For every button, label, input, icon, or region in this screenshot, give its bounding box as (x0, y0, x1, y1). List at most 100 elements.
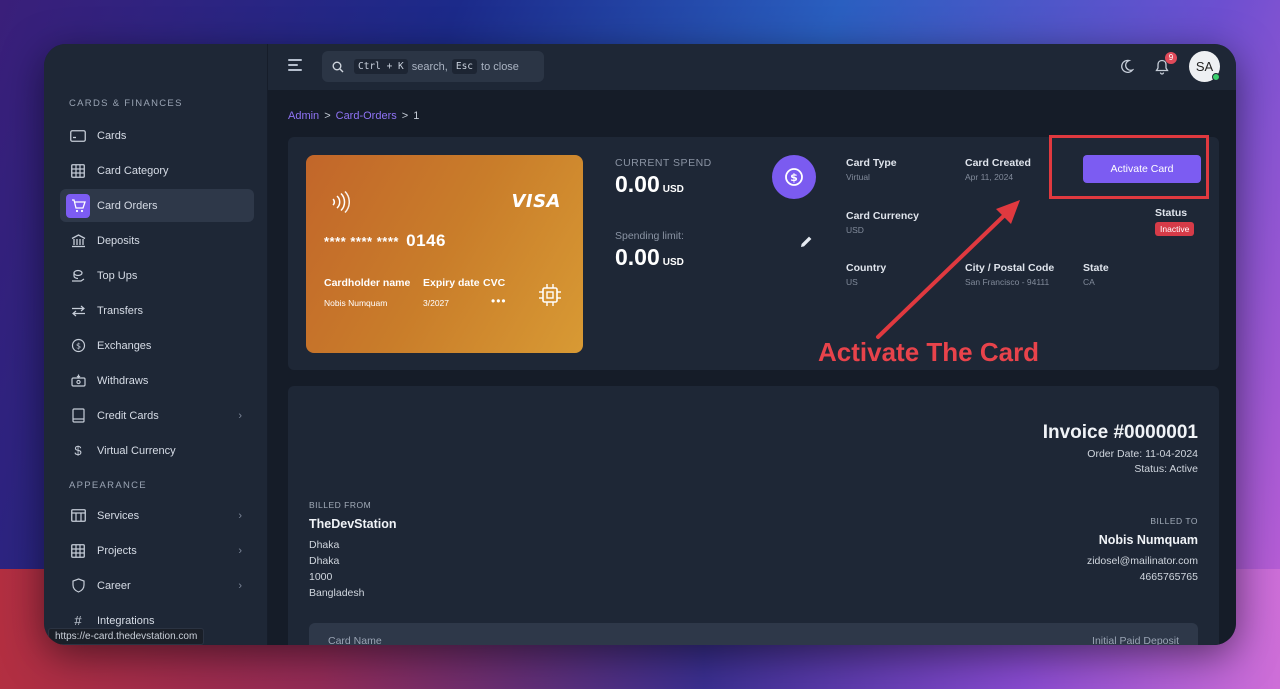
table-icon (69, 507, 87, 525)
sidebar-item-exchanges[interactable]: $ Exchanges (60, 329, 254, 362)
sidebar-item-card-orders[interactable]: Card Orders (60, 189, 254, 222)
notification-count-badge: 9 (1165, 51, 1177, 64)
avatar[interactable]: SA (1189, 51, 1220, 82)
card-number: **** **** **** 0146 (324, 231, 446, 251)
annotation-highlight-box (1049, 135, 1209, 199)
card-type-value: Virtual (846, 172, 870, 182)
shopping-cart-icon (66, 193, 90, 218)
breadcrumb-admin[interactable]: Admin (288, 110, 319, 122)
app-window: CARDS & FINANCES Cards Card Category Car… (44, 44, 1236, 645)
card-created-label: Card Created (965, 157, 1031, 169)
card-details-panel: VISA **** **** **** 0146 Cardholder name… (288, 135, 1219, 370)
search-input[interactable]: Ctrl + K search, Esc to close (322, 51, 544, 82)
notification-button[interactable]: 9 (1153, 51, 1177, 76)
current-spend-value: 0.00 (615, 171, 660, 197)
sidebar-list-cards: Cards Card Category Card Orders Deposits (44, 119, 267, 467)
sidebar-item-label: Virtual Currency (97, 444, 176, 457)
state-label: State (1083, 262, 1109, 274)
sidebar-item-label: Card Category (97, 164, 169, 177)
pencil-icon[interactable] (800, 235, 813, 253)
table-header-initial-deposit: Initial Paid Deposit (1092, 635, 1179, 645)
search-hint-text: to close (481, 60, 519, 73)
invoice-order-date: Order Date: 11-04-2024 (1087, 448, 1198, 460)
breadcrumb: Admin > Card-Orders >1 (288, 110, 419, 122)
exchange-icon: $ (69, 337, 87, 355)
billed-from-line: Dhaka (309, 555, 340, 567)
chevron-right-icon: › (238, 579, 242, 592)
card-created: Card Created Apr 11, 2024 (965, 157, 1031, 182)
sidebar-item-withdraws[interactable]: Withdraws (60, 364, 254, 397)
sidebar-item-label: Integrations (97, 614, 155, 627)
billed-from: BILLED FROM TheDevStation Dhaka Dhaka 10… (309, 500, 397, 599)
spending-limit-amount: 0.00 USD (615, 244, 684, 271)
coins-icon (69, 267, 87, 285)
online-status-dot (1212, 73, 1220, 81)
grid-icon (69, 542, 87, 560)
state-value: CA (1083, 277, 1095, 287)
sidebar-item-career[interactable]: Career › (60, 569, 254, 602)
card-type-label: Card Type (846, 157, 897, 169)
billed-to-label: BILLED TO (1150, 516, 1198, 526)
sidebar-section-cards: CARDS & FINANCES (69, 98, 183, 109)
annotation-text: Activate The Card (818, 337, 1040, 367)
sidebar-list-appearance: Services › Projects › Career › # Integra… (44, 499, 267, 637)
shield-icon (69, 577, 87, 595)
status-badge: Inactive (1155, 222, 1195, 236)
search-close-key: Esc (451, 59, 478, 74)
invoice-panel: Invoice #0000001 Order Date: 11-04-2024 … (288, 386, 1219, 645)
card-number-last4: 0146 (406, 231, 446, 250)
moon-icon[interactable] (1117, 58, 1135, 76)
state: State CA (1083, 262, 1109, 287)
cardholder-label: Cardholder name (324, 277, 411, 289)
sidebar-item-label: Deposits (97, 234, 140, 247)
billed-from-label: BILLED FROM (309, 500, 372, 510)
sidebar-item-deposits[interactable]: Deposits (60, 224, 254, 257)
card-status: Status Inactive (1155, 207, 1195, 237)
sidebar-item-label: Withdraws (97, 374, 149, 387)
expiry-label: Expiry date (423, 277, 480, 289)
topbar: Ctrl + K search, Esc to close 9 SA (268, 44, 1236, 90)
dollar-circle-icon: $ (772, 155, 816, 199)
annotation-arrow (876, 200, 1020, 339)
visa-logo: VISA (511, 191, 561, 212)
breadcrumb-separator: > (324, 110, 331, 122)
bank-icon (69, 232, 87, 250)
sidebar-item-transfers[interactable]: Transfers (60, 294, 254, 327)
status-bar-url: https://e-card.thedevstation.com (48, 628, 205, 645)
billed-from-line: Dhaka (309, 539, 340, 551)
sidebar-item-virtual-currency[interactable]: $ Virtual Currency (60, 434, 254, 467)
billed-from-line: 1000 (309, 571, 333, 583)
billed-to-email: zidosel@mailinator.com (1086, 555, 1198, 567)
current-spend-label: CURRENT SPEND (615, 157, 712, 169)
book-icon (69, 407, 87, 425)
sidebar-section-appearance: APPEARANCE (69, 480, 147, 491)
sidebar-item-top-ups[interactable]: Top Ups (60, 259, 254, 292)
menu-icon[interactable] (288, 59, 302, 71)
sidebar-item-label: Projects (97, 544, 137, 557)
table-header-card-name: Card Name (328, 635, 382, 645)
sidebar-item-cards[interactable]: Cards (60, 119, 254, 152)
svg-text:$: $ (75, 342, 80, 351)
spending-limit-value: 0.00 (615, 244, 660, 270)
chip-icon (538, 283, 562, 312)
breadcrumb-card-orders[interactable]: Card-Orders (336, 110, 397, 122)
search-shortcut-key: Ctrl + K (354, 59, 408, 74)
sidebar-item-label: Card Orders (97, 199, 158, 212)
current-spend-currency: USD (662, 184, 684, 195)
dollar-icon: $ (74, 443, 82, 458)
sidebar-item-card-category[interactable]: Card Category (60, 154, 254, 187)
sidebar-item-label: Services (97, 509, 140, 522)
sidebar-item-projects[interactable]: Projects › (60, 534, 254, 567)
sidebar-item-label: Top Ups (97, 269, 138, 282)
sidebar-item-services[interactable]: Services › (60, 499, 254, 532)
sidebar-item-label: Career (97, 579, 131, 592)
chevron-right-icon: › (238, 409, 242, 422)
card-number-masked: **** **** **** (324, 234, 399, 249)
breadcrumb-separator: > (401, 110, 409, 122)
sidebar-item-label: Cards (97, 129, 127, 142)
sidebar-item-credit-cards[interactable]: Credit Cards › (60, 399, 254, 432)
hash-icon: # (74, 613, 82, 628)
spending-limit-label: Spending limit: (615, 230, 684, 242)
search-icon (332, 61, 344, 72)
billed-from-line: Bangladesh (309, 587, 365, 599)
